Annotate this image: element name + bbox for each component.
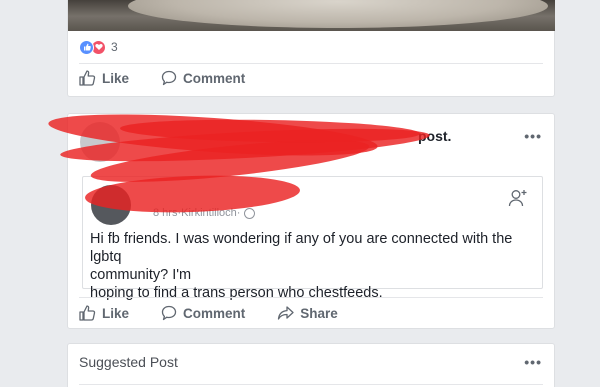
shared-post-meta: 8 hrs · Kirkintilloch · xyxy=(153,207,256,219)
reactions-summary[interactable]: 3 xyxy=(79,39,118,55)
reaction-count: 3 xyxy=(111,40,118,54)
share-label: Share xyxy=(300,305,338,321)
post-card-shared: post. ••• 8 hrs · Kirkintilloch · Hi fb … xyxy=(67,113,555,329)
photo-subject xyxy=(128,0,548,28)
globe-icon xyxy=(244,207,256,219)
like-label: Like xyxy=(102,70,130,86)
poster-avatar[interactable] xyxy=(80,122,120,162)
post-location[interactable]: Kirkintilloch xyxy=(181,207,237,219)
shared-author-avatar[interactable] xyxy=(91,185,131,225)
post-photo[interactable] xyxy=(68,0,555,31)
shared-post-body: Hi fb friends. I was wondering if any of… xyxy=(90,230,535,302)
suggested-post-card: Suggested Post ••• xyxy=(67,343,555,387)
like-button[interactable]: Like xyxy=(79,70,129,86)
like-reaction-icon xyxy=(79,39,94,55)
share-button[interactable]: Share xyxy=(277,305,338,321)
comment-button[interactable]: Comment xyxy=(161,70,245,86)
thumbs-up-icon xyxy=(79,305,96,321)
more-options-icon[interactable]: ••• xyxy=(524,128,542,144)
divider xyxy=(79,63,543,64)
comment-label: Comment xyxy=(183,305,246,321)
comment-icon xyxy=(161,305,177,321)
post-header-text: post. xyxy=(418,128,452,144)
post-text-line: community? I'm xyxy=(90,267,192,283)
suggested-post-title: Suggested Post xyxy=(79,354,178,370)
post-text-line: hoping to find a trans person who chestf… xyxy=(90,285,383,301)
divider xyxy=(79,297,543,298)
like-button[interactable]: Like xyxy=(79,305,129,321)
comment-button[interactable]: Comment xyxy=(161,305,245,321)
post-card-top: 3 Like Comment xyxy=(67,0,555,97)
meta-separator: · xyxy=(236,207,241,219)
share-arrow-icon xyxy=(278,306,294,320)
add-friend-icon[interactable] xyxy=(508,189,528,212)
comment-label: Comment xyxy=(183,70,246,86)
post-time[interactable]: 8 hrs xyxy=(153,207,177,219)
more-options-icon[interactable]: ••• xyxy=(524,354,542,370)
thumbs-up-icon xyxy=(79,70,96,86)
post-actions: Like Comment xyxy=(79,70,245,86)
divider xyxy=(79,384,543,385)
post-actions: Like Comment Share xyxy=(79,305,338,321)
post-text-line: Hi fb friends. I was wondering if any of… xyxy=(90,231,513,265)
comment-icon xyxy=(161,70,177,86)
like-label: Like xyxy=(102,305,130,321)
shared-post[interactable]: 8 hrs · Kirkintilloch · Hi fb friends. I… xyxy=(82,176,543,301)
